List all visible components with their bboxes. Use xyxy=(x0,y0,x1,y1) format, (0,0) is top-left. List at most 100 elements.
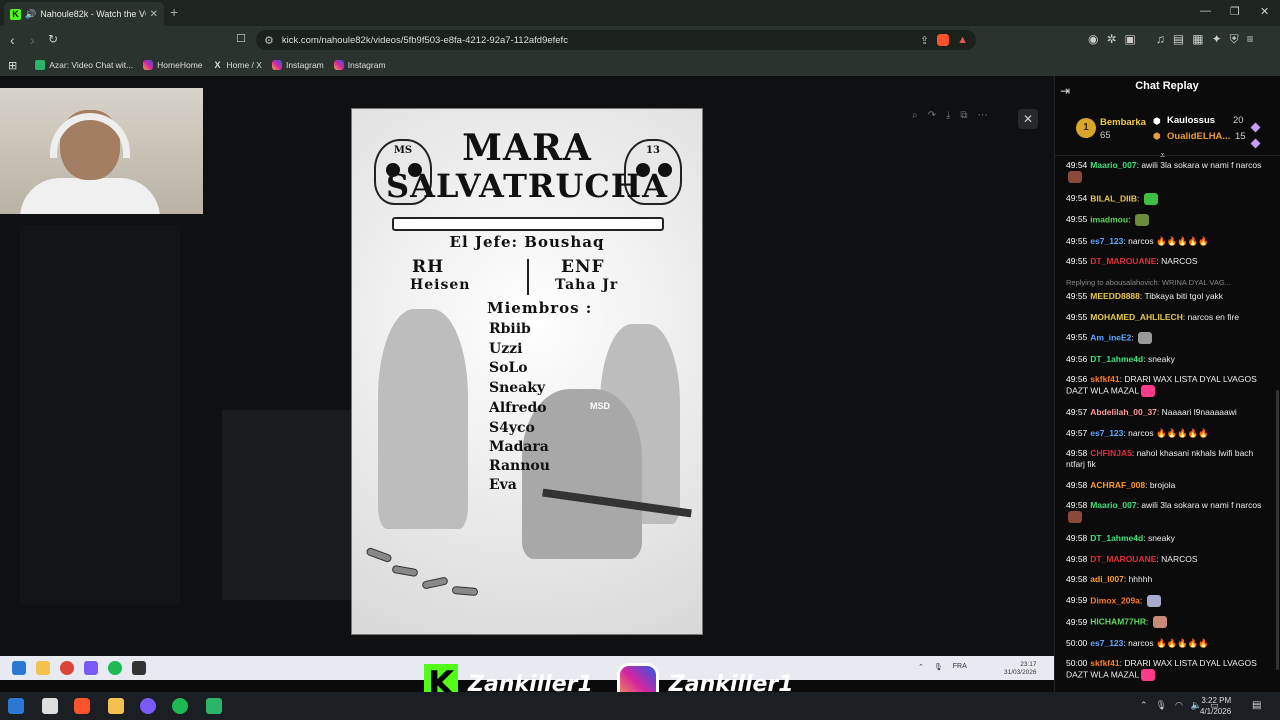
message-time: 49:58 xyxy=(1066,532,1088,543)
zoom-icon[interactable]: ⌕ xyxy=(912,110,918,121)
message-username[interactable]: BILAL_DIIB xyxy=(1090,193,1137,203)
wifi-icon[interactable]: ◠ xyxy=(1175,700,1183,711)
poster-title-mara: MARA xyxy=(462,127,592,169)
system-tray: ⌃ 🎙 FRA xyxy=(918,663,967,671)
message-time: 49:54 xyxy=(1066,160,1088,170)
forward-icon[interactable]: › xyxy=(30,32,35,48)
download-icon[interactable]: ⤓ xyxy=(946,110,950,121)
message-username[interactable]: Maario_007 xyxy=(1090,160,1136,170)
app-icon xyxy=(132,661,146,675)
message-username[interactable]: Maario_007 xyxy=(1090,500,1136,510)
bookmark-item[interactable]: HomeHome xyxy=(143,60,203,70)
app-icon[interactable] xyxy=(206,698,222,714)
address-bar[interactable]: ⚙ kick.com/nahoule82k/videos/5fb9f503-e8… xyxy=(256,30,976,50)
webcam-body xyxy=(20,178,160,214)
message-username[interactable]: CHFINJA5 xyxy=(1090,448,1132,458)
figure-left xyxy=(378,309,468,529)
message-username[interactable]: DT_MAROUANE xyxy=(1090,554,1156,564)
message-username[interactable]: es7_123 xyxy=(1090,638,1123,648)
close-tab-icon[interactable]: ✕ xyxy=(150,9,158,20)
wallet-icon[interactable]: ▦ xyxy=(1192,32,1203,47)
chat-message: 49:59 HICHAM77HR: xyxy=(1066,616,1272,629)
screenshot-icon[interactable]: ▣ xyxy=(1125,32,1136,47)
message-username[interactable]: Abdelilah_00_37 xyxy=(1090,407,1157,417)
message-text: NARCOS xyxy=(1161,553,1198,564)
message-username[interactable]: MEEDD8888 xyxy=(1090,291,1140,301)
message-time: 49:59 xyxy=(1066,616,1088,627)
message-username[interactable]: imadmou xyxy=(1090,214,1128,224)
member-name: Uzzi xyxy=(489,341,523,357)
bullet-shell xyxy=(365,546,393,564)
chevron-up-icon[interactable]: ⌃ xyxy=(1140,700,1148,711)
message-username[interactable]: es7_123 xyxy=(1090,428,1123,438)
rotate-icon[interactable]: ↷ xyxy=(928,110,936,121)
bookmark-item[interactable]: X Home / X xyxy=(213,60,262,70)
webcam-overlay xyxy=(0,88,203,214)
emote-icon xyxy=(1068,511,1082,524)
message-time: 49:58 xyxy=(1066,574,1088,585)
share-icon[interactable]: ⇪ xyxy=(920,34,929,47)
clock[interactable]: 3:22 PM 4/1/2026 xyxy=(1200,695,1231,717)
chat-message: 50:00 skfkf41: DRARI WAX LISTA DYAL LVAGO… xyxy=(1066,658,1272,682)
message-username[interactable]: ACHRAF_008 xyxy=(1090,480,1145,490)
restore-icon[interactable]: ❐ xyxy=(1230,5,1240,18)
chat-message: Replying to abousalahovich: WRINA DYAL V… xyxy=(1066,277,1272,302)
message-username[interactable]: es7_123 xyxy=(1090,236,1123,246)
music-icon[interactable]: ♫ xyxy=(1156,32,1165,47)
chat-scrollbar[interactable] xyxy=(1276,390,1279,670)
open-external-icon[interactable]: ⧉ xyxy=(960,110,967,121)
message-text: hhhhh xyxy=(1128,574,1153,585)
sidebar-icon[interactable]: ▤ xyxy=(1173,32,1184,47)
message-time: 49:58 xyxy=(1066,479,1088,490)
notification-icon[interactable]: ▤ xyxy=(1252,700,1261,711)
browser-tab[interactable]: K 🔊 Nahoule82k - Watch the VOD ✕ xyxy=(4,2,164,26)
close-window-icon[interactable]: ✕ xyxy=(1260,5,1269,18)
new-tab-button[interactable]: + xyxy=(170,4,178,20)
brave-rewards-icon[interactable]: ▲ xyxy=(957,34,968,46)
close-viewer-button[interactable]: ✕ xyxy=(1018,109,1038,129)
message-username[interactable]: DT_1ahme4d xyxy=(1090,354,1143,364)
message-text: Naaaari l9naaaaawi xyxy=(1161,406,1237,417)
background-thumbnail xyxy=(222,410,352,600)
message-username[interactable]: skfkf41 xyxy=(1090,374,1119,384)
leo-icon[interactable]: ✦ xyxy=(1212,32,1222,47)
message-username[interactable]: skfkf41 xyxy=(1090,658,1119,668)
store-icon[interactable] xyxy=(42,698,58,714)
bookmark-item[interactable]: Instagram xyxy=(271,60,324,70)
minimize-icon[interactable]: — xyxy=(1200,5,1211,17)
menu-icon[interactable]: ≡ xyxy=(1247,32,1254,47)
poster-rh-name: Heisen xyxy=(410,277,471,293)
apps-grid-icon[interactable]: ⊞ xyxy=(8,59,17,72)
chat-message: 49:57 Abdelilah_00_37: Naaaari l9naaaaawi xyxy=(1066,407,1272,418)
message-username[interactable]: DT_MAROUANE xyxy=(1090,256,1156,266)
message-text: narcos en fire xyxy=(1187,311,1240,322)
member-name: Eva xyxy=(489,477,517,493)
start-icon[interactable] xyxy=(8,698,24,714)
brave-shields-icon[interactable] xyxy=(937,34,950,46)
message-username[interactable]: HICHAM77HR xyxy=(1090,617,1146,627)
more-icon[interactable]: ⋯ xyxy=(978,110,988,121)
message-username[interactable]: adi_l007 xyxy=(1090,574,1124,584)
site-settings-icon[interactable]: ⚙ xyxy=(264,34,274,47)
message-username[interactable]: DT_1ahme4d xyxy=(1090,533,1143,543)
message-text: brojola xyxy=(1149,479,1176,490)
reload-icon[interactable]: ↻ xyxy=(48,32,58,46)
mic-icon[interactable]: 🎙 xyxy=(1156,700,1167,711)
message-username[interactable]: Am_ineE2 xyxy=(1090,332,1131,342)
bookmark-item[interactable]: Azar: Video Chat wit... xyxy=(35,60,133,70)
member-name: S4yco xyxy=(489,420,535,436)
back-icon[interactable]: ‹ xyxy=(10,32,15,48)
bookmark-item[interactable]: Instagram xyxy=(333,60,386,70)
spotify-icon[interactable] xyxy=(172,698,188,714)
bookmark-icon[interactable]: ☐ xyxy=(236,32,246,45)
vpn-icon[interactable]: ⛨ xyxy=(1230,32,1239,47)
member-name: Rbiib xyxy=(489,321,531,337)
brave-icon[interactable] xyxy=(74,698,90,714)
message-username[interactable]: MOHAMED_AHLILECH xyxy=(1090,312,1183,322)
puzzle-icon[interactable]: ✲ xyxy=(1106,32,1116,47)
explorer-icon[interactable] xyxy=(108,698,124,714)
message-username[interactable]: Dimox_209a xyxy=(1090,595,1140,605)
discord-icon[interactable] xyxy=(140,698,156,714)
tab-title: Nahoule82k - Watch the VOD xyxy=(40,9,145,19)
extension-icon[interactable]: ◉ xyxy=(1088,32,1098,47)
